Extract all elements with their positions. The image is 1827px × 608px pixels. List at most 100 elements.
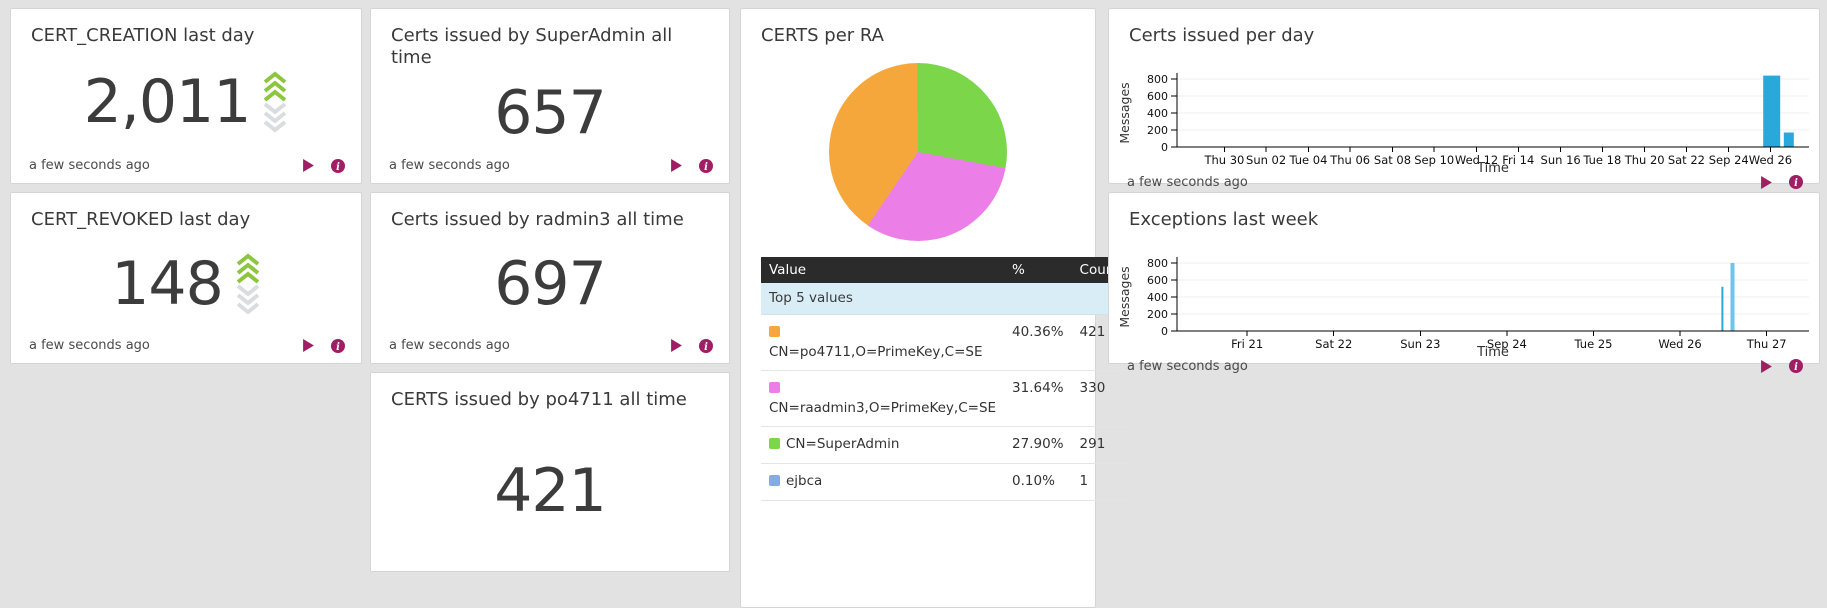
table-row: CN=SuperAdmin27.90%291 — [761, 427, 1128, 464]
svg-text:400: 400 — [1147, 291, 1168, 304]
info-icon[interactable]: i — [1773, 359, 1803, 373]
widget-updated: a few seconds ago — [29, 158, 150, 173]
svg-text:400: 400 — [1147, 107, 1168, 120]
svg-text:600: 600 — [1147, 90, 1168, 103]
info-icon[interactable]: i — [1773, 175, 1803, 189]
play-icon[interactable] — [286, 339, 315, 352]
widget-exceptions-last-week: Exceptions last week 0 200 400 600 800 Fri 21… — [1108, 192, 1820, 364]
svg-text:600: 600 — [1147, 274, 1168, 287]
info-icon[interactable]: i — [683, 159, 713, 173]
svg-text:Sep 24: Sep 24 — [1709, 153, 1749, 167]
cell-pct: 27.90% — [1004, 427, 1071, 464]
svg-text:Wed 26: Wed 26 — [1658, 337, 1701, 351]
svg-text:Thu 20: Thu 20 — [1624, 153, 1665, 167]
svg-text:Tue 04: Tue 04 — [1288, 153, 1327, 167]
cell-count: 291 — [1072, 427, 1128, 464]
svg-text:Thu 27: Thu 27 — [1746, 337, 1787, 351]
ra-table-body: Top 5 values CN=po4711,O=PrimeKey,C=SE40… — [761, 283, 1128, 500]
play-icon[interactable] — [654, 339, 683, 352]
cell-pct: 0.10% — [1004, 463, 1071, 500]
svg-text:Messages: Messages — [1117, 82, 1132, 143]
table-row: CN=po4711,O=PrimeKey,C=SE40.36%421 — [761, 315, 1128, 371]
bar-chart-canvas: 0200400600800Fri 21Sat 22Sun 23Sep 24Tue… — [1109, 231, 1819, 359]
svg-text:Wed 26: Wed 26 — [1749, 153, 1792, 167]
svg-text:Sun 16: Sun 16 — [1541, 153, 1581, 167]
play-icon[interactable] — [1744, 176, 1773, 189]
widget-title: Certs issued by SuperAdmin all time — [371, 9, 729, 68]
cell-value: CN=SuperAdmin — [761, 427, 1004, 464]
widget-title: CERTS issued by po4711 all time — [371, 373, 729, 411]
svg-text:800: 800 — [1147, 73, 1168, 86]
trend-up-down-chevrons-icon — [262, 71, 288, 133]
widget-footer: a few seconds ago i — [11, 338, 361, 363]
ra-values-table: Value % Count Top 5 values CN=po4711,O=P… — [761, 257, 1128, 501]
count-value: 697 — [494, 254, 606, 314]
widget-cert-revoked: CERT_REVOKED last day 148 a few seconds … — [10, 192, 362, 364]
widget-updated: a few seconds ago — [1127, 359, 1248, 374]
svg-text:Thu 06: Thu 06 — [1329, 153, 1370, 167]
count-value: 421 — [494, 461, 606, 521]
svg-text:i: i — [336, 342, 340, 353]
widget-certs-po4711: CERTS issued by po4711 all time 421 — [370, 372, 730, 572]
cell-count: 1 — [1072, 463, 1128, 500]
svg-text:Tue 25: Tue 25 — [1574, 337, 1613, 351]
widget-updated: a few seconds ago — [389, 158, 510, 173]
svg-text:Tue 18: Tue 18 — [1582, 153, 1621, 167]
count-value: 2,011 — [84, 72, 251, 132]
svg-text:i: i — [1794, 362, 1798, 373]
svg-text:Sat 22: Sat 22 — [1668, 153, 1705, 167]
svg-text:Thu 30: Thu 30 — [1203, 153, 1244, 167]
widget-updated: a few seconds ago — [1127, 175, 1248, 190]
cell-pct: 40.36% — [1004, 315, 1071, 371]
legend-swatch-icon — [769, 475, 780, 486]
svg-text:Sat 08: Sat 08 — [1374, 153, 1411, 167]
svg-text:0: 0 — [1161, 141, 1168, 154]
widget-title: Exceptions last week — [1109, 193, 1819, 231]
info-icon[interactable]: i — [315, 159, 345, 173]
svg-text:800: 800 — [1147, 257, 1168, 270]
col-header-value: Value — [761, 257, 1004, 283]
svg-text:Fri 21: Fri 21 — [1231, 337, 1263, 351]
table-row: ejbca0.10%1 — [761, 463, 1128, 500]
svg-text:200: 200 — [1147, 124, 1168, 137]
svg-text:i: i — [704, 342, 708, 353]
widget-footer: a few seconds ago i — [11, 158, 361, 183]
svg-text:Sep 10: Sep 10 — [1414, 153, 1454, 167]
widget-title: Certs issued by radmin3 all time — [371, 193, 729, 231]
table-header-row: Value % Count — [761, 257, 1128, 283]
widget-title: CERT_CREATION last day — [11, 9, 361, 47]
col-header-pct: % — [1004, 257, 1071, 283]
count-value: 657 — [494, 83, 606, 143]
cell-value: CN=po4711,O=PrimeKey,C=SE — [761, 315, 1004, 371]
play-icon[interactable] — [1744, 360, 1773, 373]
widget-footer: a few seconds ago i — [371, 338, 729, 363]
widget-cert-creation: CERT_CREATION last day 2,011 a few secon… — [10, 8, 362, 184]
svg-text:Messages: Messages — [1117, 266, 1132, 327]
bar-chart-canvas: 0200400600800Thu 30Sun 02Tue 04Thu 06Sat… — [1109, 47, 1819, 175]
svg-text:i: i — [704, 162, 708, 173]
widget-title: CERT_REVOKED last day — [11, 193, 361, 231]
legend-swatch-icon — [769, 382, 780, 393]
trend-up-down-chevrons-icon — [235, 253, 261, 315]
table-section-row: Top 5 values — [761, 283, 1128, 315]
svg-text:Time: Time — [1476, 345, 1509, 359]
widget-updated: a few seconds ago — [29, 338, 150, 353]
svg-text:Time: Time — [1476, 161, 1509, 175]
cell-value: CN=raadmin3,O=PrimeKey,C=SE — [761, 371, 1004, 427]
ra-pie-chart — [829, 63, 1007, 241]
play-icon[interactable] — [286, 159, 315, 172]
cell-pct: 31.64% — [1004, 371, 1071, 427]
svg-text:Sun 23: Sun 23 — [1400, 337, 1440, 351]
widget-footer: a few seconds ago i — [371, 158, 729, 183]
svg-text:0: 0 — [1161, 325, 1168, 338]
cell-value: ejbca — [761, 463, 1004, 500]
widget-certs-per-ra: CERTS per RA Value % Count Top 5 values … — [740, 8, 1096, 608]
info-icon[interactable]: i — [315, 339, 345, 353]
play-icon[interactable] — [654, 159, 683, 172]
widget-certs-per-day: Certs issued per day 0200400600800Thu 30… — [1108, 8, 1820, 184]
widget-updated: a few seconds ago — [389, 338, 510, 353]
info-icon[interactable]: i — [683, 339, 713, 353]
svg-text:200: 200 — [1147, 308, 1168, 321]
widget-certs-radmin3: Certs issued by radmin3 all time 697 a f… — [370, 192, 730, 364]
legend-swatch-icon — [769, 326, 780, 337]
